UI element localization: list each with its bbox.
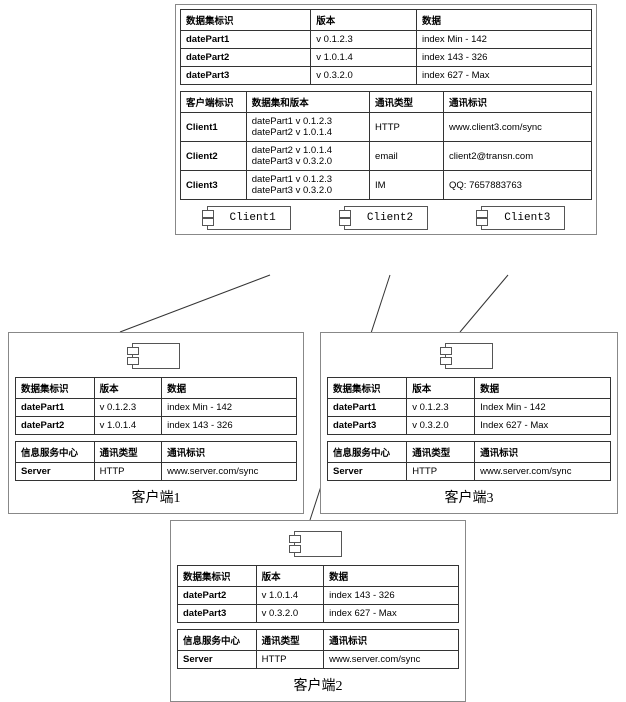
component-client2: Client2 [344,206,428,230]
client1-label: 客户端1 [15,487,297,507]
server-client-table: 客户端标识 数据集和版本 通讯类型 通讯标识 Client1datePart1 … [180,91,592,200]
col-version: 版本 [311,10,417,31]
col-comm-id: 通讯标识 [444,92,592,113]
table-row: Client3datePart1 v 0.1.2.3 datePart3 v 0… [181,171,592,200]
server-dataset-table: 数据集标识 版本 数据 datePart1v 0.1.2.3index Min … [180,9,592,85]
table-row: datePart3v 0.3.2.0index 627 - Max [181,67,592,85]
component-icon [445,343,493,369]
table-row: datePart2v 1.0.1.4index 143 - 326 [178,587,459,605]
component-icon [132,343,180,369]
table-row: datePart3v 0.3.2.0index 627 - Max [178,605,459,623]
table-row: ServerHTTPwww.server.com/sync [178,651,459,669]
client3-label: 客户端3 [327,487,611,507]
client1-dataset-table: 数据集标识版本数据 datePart1v 0.1.2.3index Min - … [15,377,297,435]
client3-server-table: 信息服务中心通讯类型通讯标识 ServerHTTPwww.server.com/… [327,441,611,481]
client2-dataset-table: 数据集标识版本数据 datePart2v 1.0.1.4index 143 - … [177,565,459,623]
table-row: datePart1v 0.1.2.3index Min - 142 [16,399,297,417]
client2-server-table: 信息服务中心通讯类型通讯标识 ServerHTTPwww.server.com/… [177,629,459,669]
col-dataset-id: 数据集标识 [181,10,311,31]
client2-panel: 数据集标识版本数据 datePart2v 1.0.1.4index 143 - … [170,520,466,702]
col-dataset-version: 数据集和版本 [246,92,369,113]
table-row: datePart2v 1.0.1.4index 143 - 326 [16,417,297,435]
client1-panel: 数据集标识版本数据 datePart1v 0.1.2.3index Min - … [8,332,304,514]
table-row: datePart1v 0.1.2.3index Min - 142 [181,31,592,49]
component-client3: Client3 [481,206,565,230]
col-comm-type: 通讯类型 [370,92,444,113]
component-icon [294,531,342,557]
client3-dataset-table: 数据集标识版本数据 datePart1v 0.1.2.3Index Min - … [327,377,611,435]
table-row: datePart1v 0.1.2.3Index Min - 142 [328,399,611,417]
client1-server-table: 信息服务中心通讯类型通讯标识 ServerHTTPwww.server.com/… [15,441,297,481]
component-client1: Client1 [207,206,291,230]
table-row: datePart3v 0.3.2.0Index 627 - Max [328,417,611,435]
client3-panel: 数据集标识版本数据 datePart1v 0.1.2.3Index Min - … [320,332,618,514]
table-row: Client1datePart1 v 0.1.2.3 datePart2 v 1… [181,113,592,142]
server-panel: 数据集标识 版本 数据 datePart1v 0.1.2.3index Min … [175,4,597,235]
table-row: ServerHTTPwww.server.com/sync [328,463,611,481]
server-component-row: Client1 Client2 Client3 [180,206,592,230]
table-row: Client2datePart2 v 1.0.1.4 datePart3 v 0… [181,142,592,171]
table-row: ServerHTTPwww.server.com/sync [16,463,297,481]
client2-label: 客户端2 [177,675,459,695]
col-client-id: 客户端标识 [181,92,247,113]
table-row: datePart2v 1.0.1.4index 143 - 326 [181,49,592,67]
col-data: 数据 [416,10,591,31]
